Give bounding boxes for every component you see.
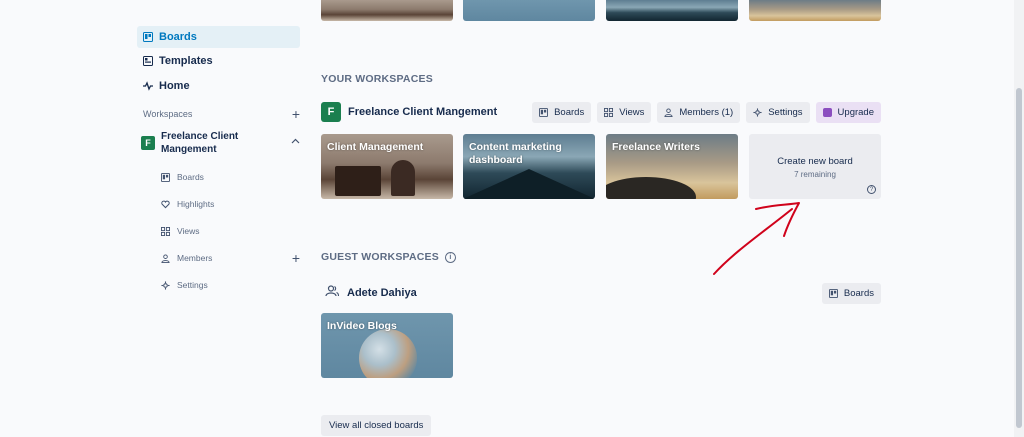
- guest-workspace-header: Adete Dahiya Boards: [321, 282, 881, 304]
- board-tile-partial[interactable]: [749, 0, 881, 21]
- chip-label: Boards: [843, 287, 874, 299]
- workspace-title: Freelance Client Mangement: [348, 106, 498, 118]
- members-icon: [664, 107, 673, 117]
- add-workspace-icon[interactable]: +: [292, 107, 300, 121]
- chip-label: Members (1): [679, 106, 734, 118]
- nav-label: Home: [159, 80, 190, 92]
- scrollbar[interactable]: [1014, 0, 1024, 437]
- workspace-upgrade-button[interactable]: Upgrade: [815, 101, 881, 123]
- workspace-settings-button[interactable]: Settings: [746, 101, 810, 123]
- workspace-actions: Boards Views Members (1) Settings Upgrad…: [532, 101, 881, 123]
- gear-icon: [161, 280, 170, 290]
- guest-workspaces-label: GUEST WORKSPACES: [321, 251, 439, 263]
- workspaces-heading: Workspaces +: [143, 107, 300, 121]
- upgrade-icon: [822, 107, 832, 117]
- gear-icon: [753, 107, 762, 117]
- board-title: Freelance Writers: [612, 141, 700, 153]
- grid-icon: [161, 226, 170, 236]
- template-icon: [143, 56, 153, 66]
- sub-item-label: Boards: [177, 172, 204, 182]
- sidebar-ws-members[interactable]: Members +: [161, 250, 300, 266]
- sidebar-ws-boards[interactable]: Boards: [161, 169, 300, 185]
- sub-item-label: Highlights: [177, 199, 215, 209]
- sidebar-nav-boards[interactable]: Boards: [137, 26, 300, 48]
- view-closed-boards-button[interactable]: View all closed boards: [321, 415, 432, 436]
- sidebar-nav-home[interactable]: Home: [137, 75, 300, 97]
- chip-label: Settings: [768, 106, 803, 118]
- grid-icon: [604, 107, 614, 117]
- board-tile-partial[interactable]: [321, 0, 453, 21]
- board-title: InVideo Blogs: [327, 320, 397, 332]
- workspace-views-button[interactable]: Views: [597, 101, 652, 123]
- sub-item-label: Views: [177, 226, 200, 236]
- sidebar-ws-views[interactable]: Views: [161, 223, 300, 239]
- add-member-icon[interactable]: +: [292, 250, 300, 266]
- board-icon: [143, 32, 153, 42]
- sub-item-label: Members: [177, 253, 213, 263]
- board-icon: [161, 172, 170, 182]
- board-title: Client Management: [327, 141, 424, 153]
- board-icon: [539, 107, 549, 117]
- create-board-label: Create new board: [777, 156, 853, 167]
- guest-workspaces-heading: GUEST WORKSPACES i: [321, 251, 456, 263]
- scrollbar-thumb[interactable]: [1016, 88, 1022, 428]
- nav-label: Templates: [159, 55, 213, 67]
- members-icon: [161, 253, 170, 263]
- activity-icon: [143, 81, 153, 91]
- board-tile[interactable]: Content marketing dashboard: [463, 134, 595, 199]
- chip-label: Views: [619, 106, 645, 118]
- workspace-boards-button[interactable]: Boards: [532, 101, 592, 123]
- workspace-name: Freelance Client Mangement: [161, 131, 239, 155]
- workspace-badge: F: [141, 136, 155, 150]
- workspaces-heading-label: Workspaces: [143, 109, 193, 119]
- board-tile[interactable]: Freelance Writers: [606, 134, 738, 199]
- info-icon[interactable]: i: [444, 251, 456, 263]
- annotation-arrow: [713, 202, 800, 275]
- your-workspaces-heading: YOUR WORKSPACES: [321, 73, 433, 85]
- board-tile[interactable]: InVideo Blogs: [321, 313, 453, 378]
- sidebar-workspace[interactable]: F Freelance Client Mangement: [141, 130, 300, 156]
- board-tile-partial[interactable]: [463, 0, 595, 21]
- workspace-badge: F: [321, 102, 341, 122]
- sidebar-ws-highlights[interactable]: Highlights: [161, 196, 300, 212]
- guest-user-icon: [325, 284, 340, 303]
- create-board-remaining: 7 remaining: [794, 170, 836, 179]
- heart-icon: [161, 200, 170, 209]
- board-tile-partial[interactable]: [606, 0, 738, 21]
- workspace-header: F Freelance Client Mangement Boards View…: [321, 101, 881, 123]
- guest-boards-button[interactable]: Boards: [821, 282, 881, 304]
- sub-item-label: Settings: [177, 280, 208, 290]
- guest-workspace-name: Adete Dahiya: [347, 287, 417, 299]
- sidebar-nav-templates[interactable]: Templates: [137, 50, 300, 72]
- workspace-members-button[interactable]: Members (1): [657, 101, 741, 123]
- chip-label: Upgrade: [837, 106, 874, 118]
- nav-label: Boards: [159, 31, 197, 43]
- create-new-board-button[interactable]: Create new board 7 remaining ?: [749, 134, 881, 199]
- chip-label: Boards: [554, 106, 585, 118]
- sidebar-ws-settings[interactable]: Settings: [161, 277, 300, 293]
- help-icon[interactable]: ?: [867, 185, 876, 194]
- board-title: Content marketing dashboard: [469, 141, 562, 166]
- chevron-up-icon[interactable]: [291, 136, 300, 147]
- board-tile[interactable]: Client Management: [321, 134, 453, 199]
- board-icon: [828, 288, 838, 298]
